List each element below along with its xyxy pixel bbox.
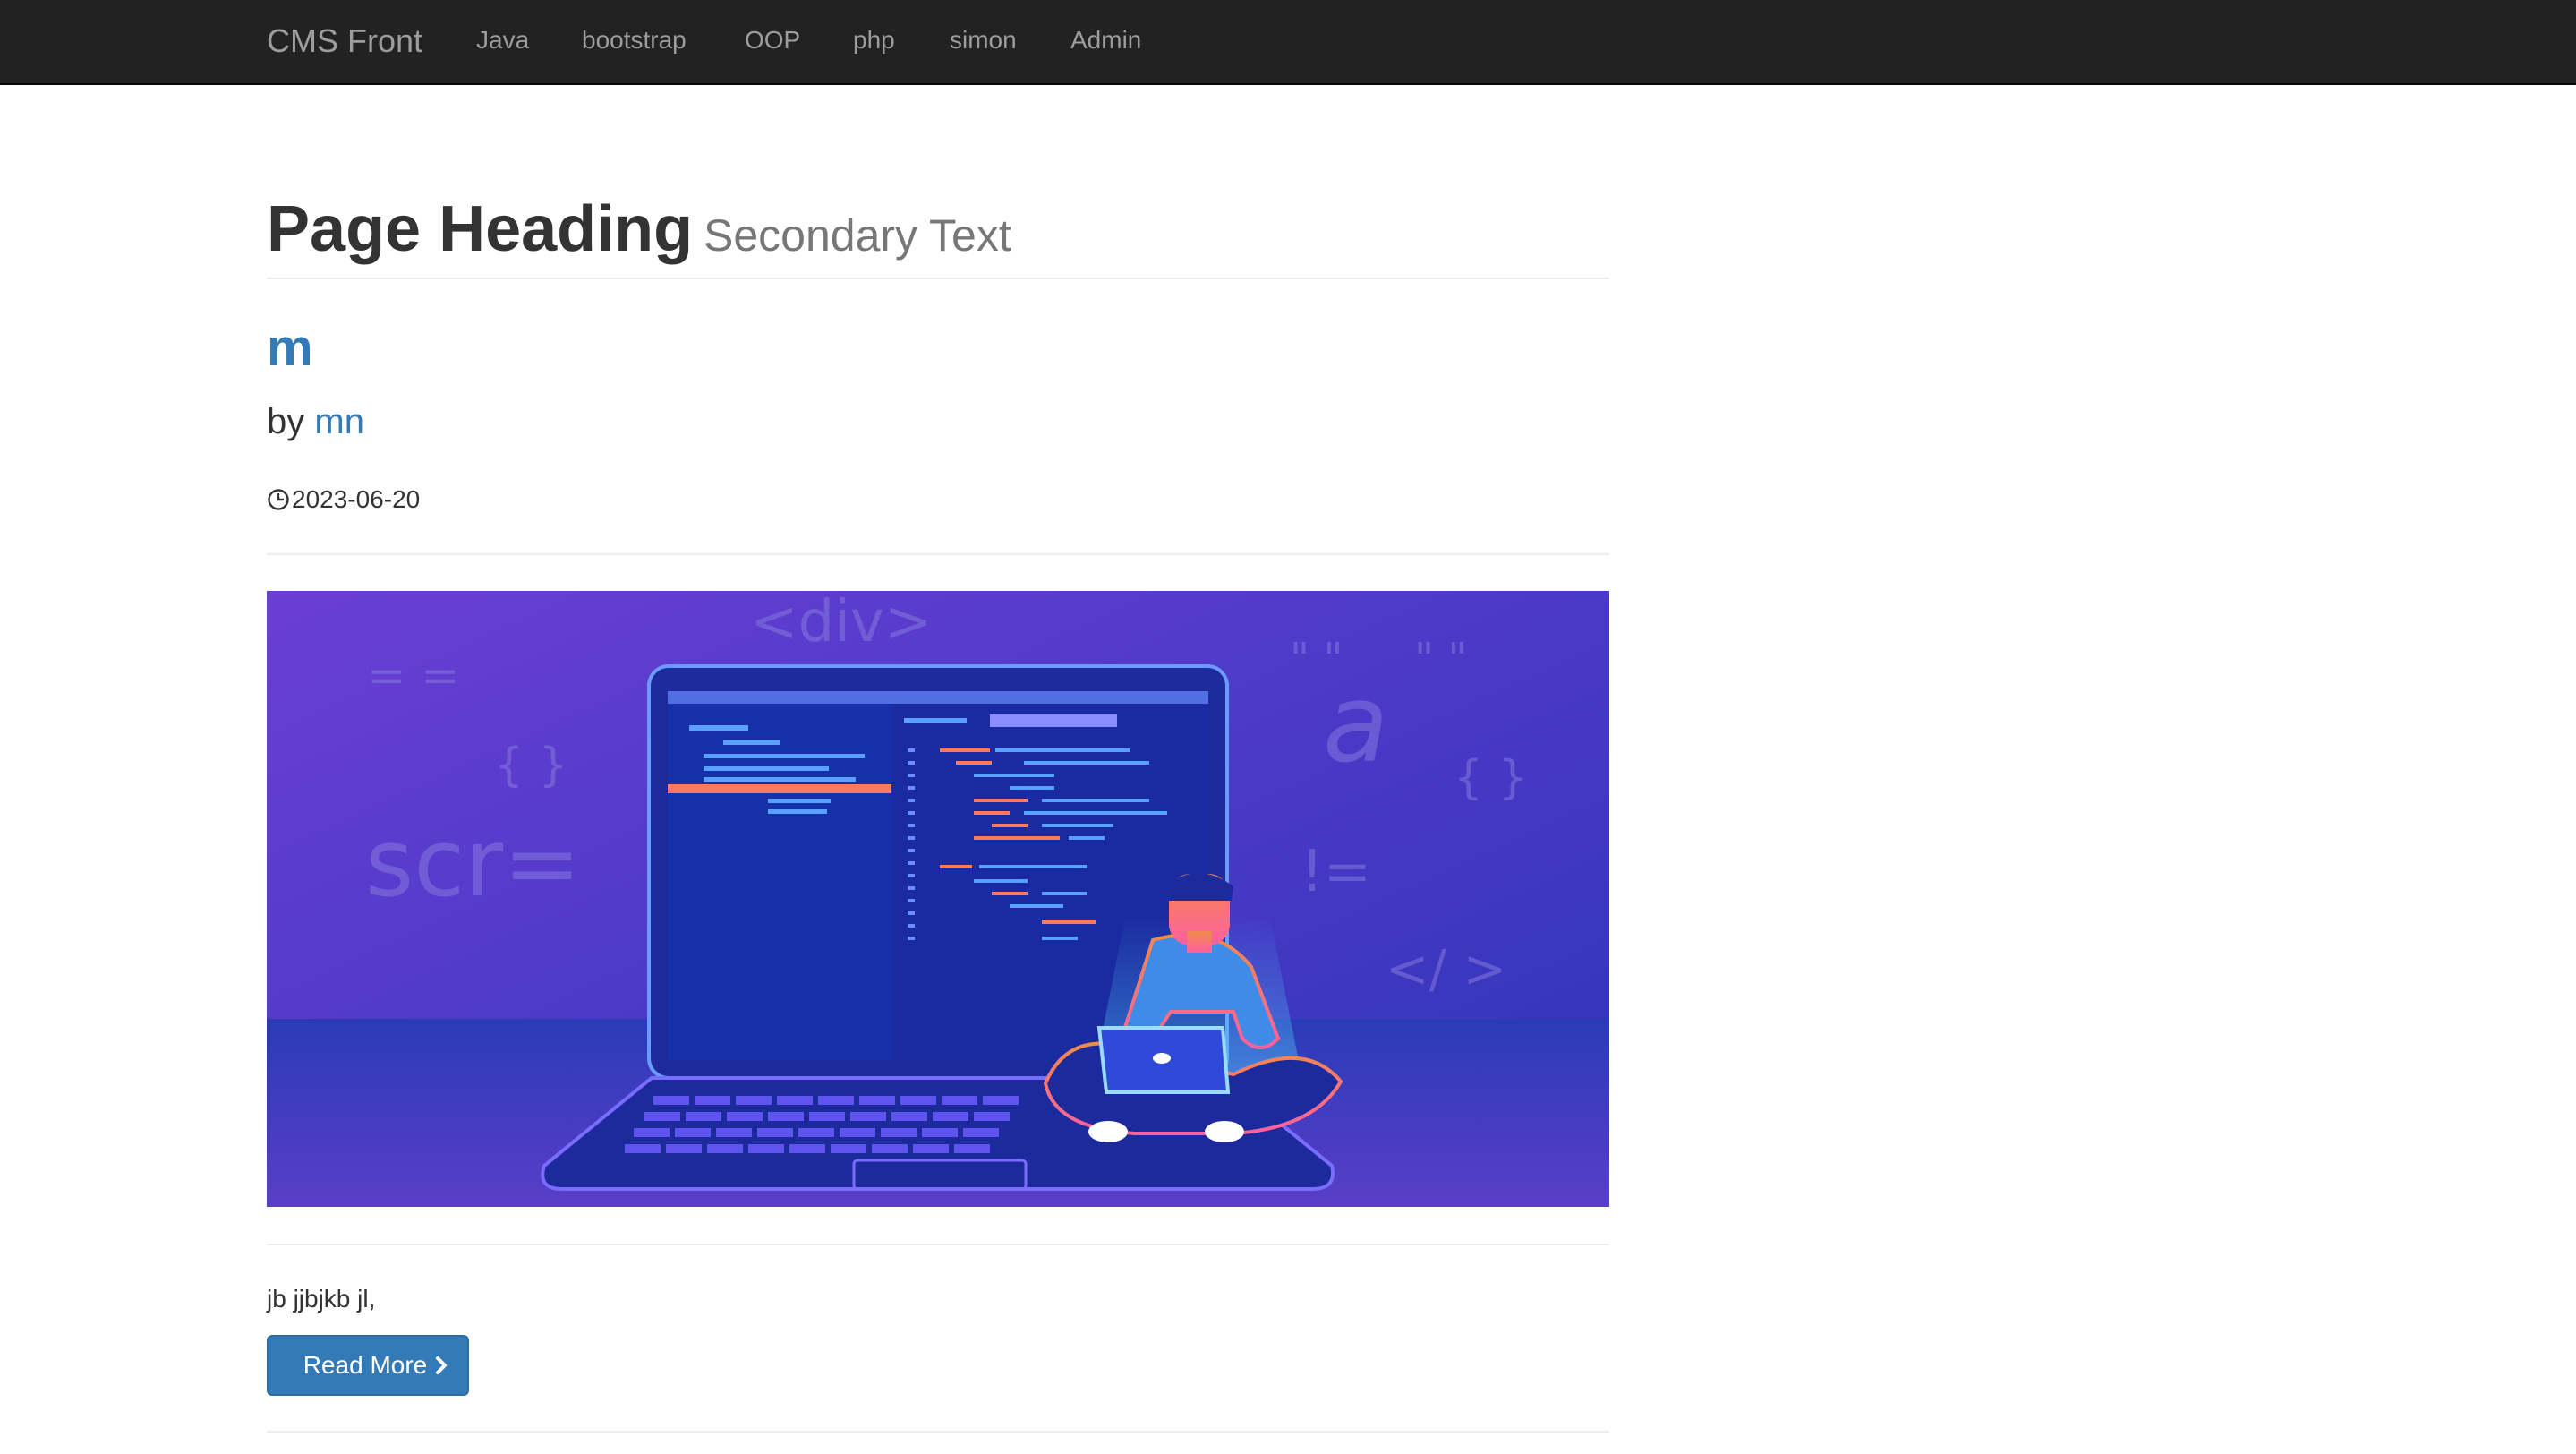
top-navbar: CMS Front Java bootstrap OOP php simon A… bbox=[0, 0, 2576, 85]
read-more-label: Read More bbox=[303, 1351, 428, 1379]
nav-link-java[interactable]: Java bbox=[476, 25, 529, 56]
post-date: 2023-06-20 bbox=[267, 482, 420, 517]
nav-link-php[interactable]: php bbox=[853, 25, 895, 56]
page-title: Page Heading bbox=[267, 193, 694, 265]
post-date-text: 2023-06-20 bbox=[292, 485, 421, 513]
nav-link-simon[interactable]: simon bbox=[950, 25, 1017, 56]
nav-link-oop[interactable]: OOP bbox=[745, 25, 800, 56]
decor-text: " " bbox=[1290, 634, 1343, 684]
author-link[interactable]: mn bbox=[314, 402, 364, 441]
chevron-right-icon bbox=[436, 1356, 448, 1374]
divider bbox=[267, 1431, 1609, 1433]
decor-text: { } bbox=[494, 739, 568, 792]
byline-label: by bbox=[267, 402, 305, 441]
post-image: <div> scr= = = { } { } != </ > a " " " " bbox=[267, 591, 1609, 1207]
read-more-button[interactable]: Read More bbox=[267, 1335, 469, 1396]
page-subtitle: Secondary Text bbox=[704, 210, 1011, 261]
nav-link-admin[interactable]: Admin bbox=[1070, 25, 1141, 56]
decor-text: { } bbox=[1454, 751, 1528, 805]
post-byline: by mn bbox=[267, 400, 364, 443]
decor-text: != bbox=[1301, 839, 1371, 905]
decor-text: = = bbox=[367, 649, 460, 703]
decor-text: " " bbox=[1414, 634, 1467, 684]
clock-icon bbox=[268, 489, 289, 510]
brand-link[interactable]: CMS Front bbox=[267, 21, 422, 61]
decor-text: scr= bbox=[365, 808, 581, 918]
divider bbox=[267, 1244, 1609, 1245]
divider bbox=[267, 553, 1609, 555]
decor-text: <div> bbox=[750, 591, 933, 655]
post-title-link[interactable]: m bbox=[267, 317, 313, 380]
page-header: Page Heading Secondary Text bbox=[267, 179, 1609, 279]
nav-link-bootstrap[interactable]: bootstrap bbox=[582, 25, 687, 56]
post-excerpt: jb jjbjkb jl, bbox=[267, 1285, 376, 1313]
decor-text: </ > bbox=[1386, 938, 1506, 999]
